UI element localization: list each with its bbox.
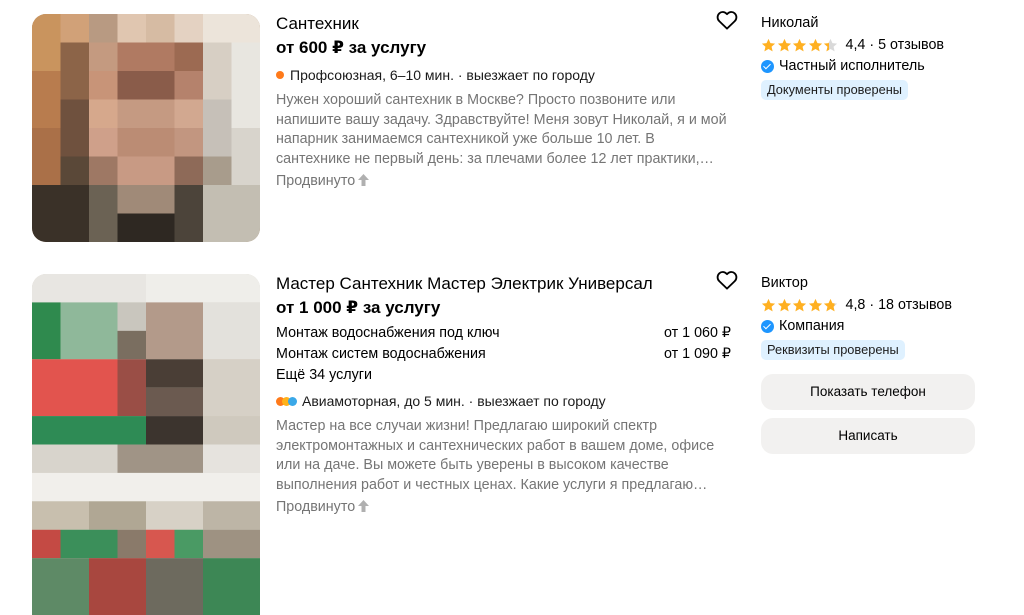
listing-info: Мастер Сантехник Мастер Электрик Универс… — [276, 273, 736, 515]
seller-type: Частный исполнитель — [761, 56, 981, 76]
star-icon — [777, 38, 791, 51]
rating-value: 4,8 — [845, 297, 866, 313]
star-icon — [823, 38, 838, 51]
seller-block: Николай 4,4 · 5 отзывов Частный исполнит… — [761, 13, 981, 100]
write-message-button[interactable]: Написать — [761, 418, 975, 454]
listing-location: Авиамоторная, до 5 мин. · выезжает по го… — [276, 391, 736, 411]
listing-price: от 600 ₽ за услугу — [276, 38, 427, 57]
reviews-count: 5 отзывов — [878, 37, 945, 53]
seller-rating[interactable]: 4,8 · 18 отзывов — [761, 295, 981, 315]
metro-dots-icon — [276, 396, 297, 406]
star-icon — [823, 298, 838, 311]
seller-name[interactable]: Николай — [761, 13, 981, 33]
heart-icon[interactable] — [716, 10, 738, 30]
star-icon — [792, 298, 807, 311]
seller-type-label: Компания — [779, 318, 845, 334]
reviews-count: 18 отзывов — [878, 297, 952, 313]
star-icon — [808, 298, 822, 311]
metro-dot-icon — [276, 71, 284, 79]
listing-price: от 1 000 ₽ за услугу — [276, 298, 441, 317]
location-text: Профсоюзная, 6–10 мин. · выезжает по гор… — [290, 67, 595, 83]
photo-pixelated-image — [32, 14, 260, 242]
seller-type: Компания — [761, 316, 981, 336]
location-text: Авиамоторная, до 5 мин. · выезжает по го… — [302, 393, 606, 409]
star-icon — [761, 298, 776, 311]
verified-badge: Реквизиты проверены — [761, 340, 905, 360]
star-icon — [761, 38, 776, 51]
service-row[interactable]: Монтаж водоснабжения под ключ от 1 060 ₽ — [276, 323, 731, 344]
show-phone-button[interactable]: Показать телефон — [761, 374, 975, 410]
listing-title[interactable]: Сантехник — [276, 13, 736, 35]
listing-location: Профсоюзная, 6–10 мин. · выезжает по гор… — [276, 65, 736, 85]
promoted-label: Продвинуто — [276, 173, 736, 189]
seller-type-label: Частный исполнитель — [779, 58, 925, 74]
listing-title[interactable]: Мастер Сантехник Мастер Электрик Универс… — [276, 273, 736, 295]
arrow-up-icon — [358, 173, 370, 189]
star-icon — [777, 298, 791, 311]
rating-stars — [761, 38, 839, 53]
service-row[interactable]: Монтаж систем водоснабжения от 1 090 ₽ — [276, 344, 731, 365]
star-icon — [808, 38, 822, 51]
verified-badge: Документы проверены — [761, 80, 908, 100]
rating-value: 4,4 — [845, 37, 866, 53]
listing-photo[interactable] — [32, 274, 260, 615]
services-list: Монтаж водоснабжения под ключ от 1 060 ₽… — [276, 323, 736, 386]
arrow-up-icon — [358, 499, 370, 515]
promoted-label: Продвинуто — [276, 499, 736, 515]
listing-description: Нужен хороший сантехник в Москве? Просто… — [276, 92, 727, 167]
service-price: от 1 060 ₽ — [663, 325, 731, 341]
promoted-text: Продвинуто — [276, 173, 356, 189]
seller-name[interactable]: Виктор — [761, 273, 981, 293]
seller-block: Виктор 4,8 · 18 отзывов Компания Реквизи… — [761, 273, 981, 454]
more-services-link[interactable]: Ещё 34 услуги — [276, 365, 736, 386]
promoted-text: Продвинуто — [276, 499, 356, 515]
heart-icon[interactable] — [716, 270, 738, 290]
star-icon — [792, 38, 807, 51]
verified-check-icon — [761, 319, 774, 333]
service-name: Монтаж водоснабжения под ключ — [276, 325, 500, 341]
service-price: от 1 090 ₽ — [663, 346, 731, 362]
photo-pixelated-image — [32, 274, 260, 615]
listing-description: Мастер на все случаи жизни! Предлагаю ши… — [276, 418, 715, 493]
seller-rating[interactable]: 4,4 · 5 отзывов — [761, 35, 981, 55]
rating-stars — [761, 298, 839, 313]
listing-info: Сантехник от 600 ₽ за услугу Профсоюзная… — [276, 13, 736, 189]
listing-photo[interactable] — [32, 14, 260, 242]
service-name: Монтаж систем водоснабжения — [276, 346, 486, 362]
verified-check-icon — [761, 59, 774, 73]
